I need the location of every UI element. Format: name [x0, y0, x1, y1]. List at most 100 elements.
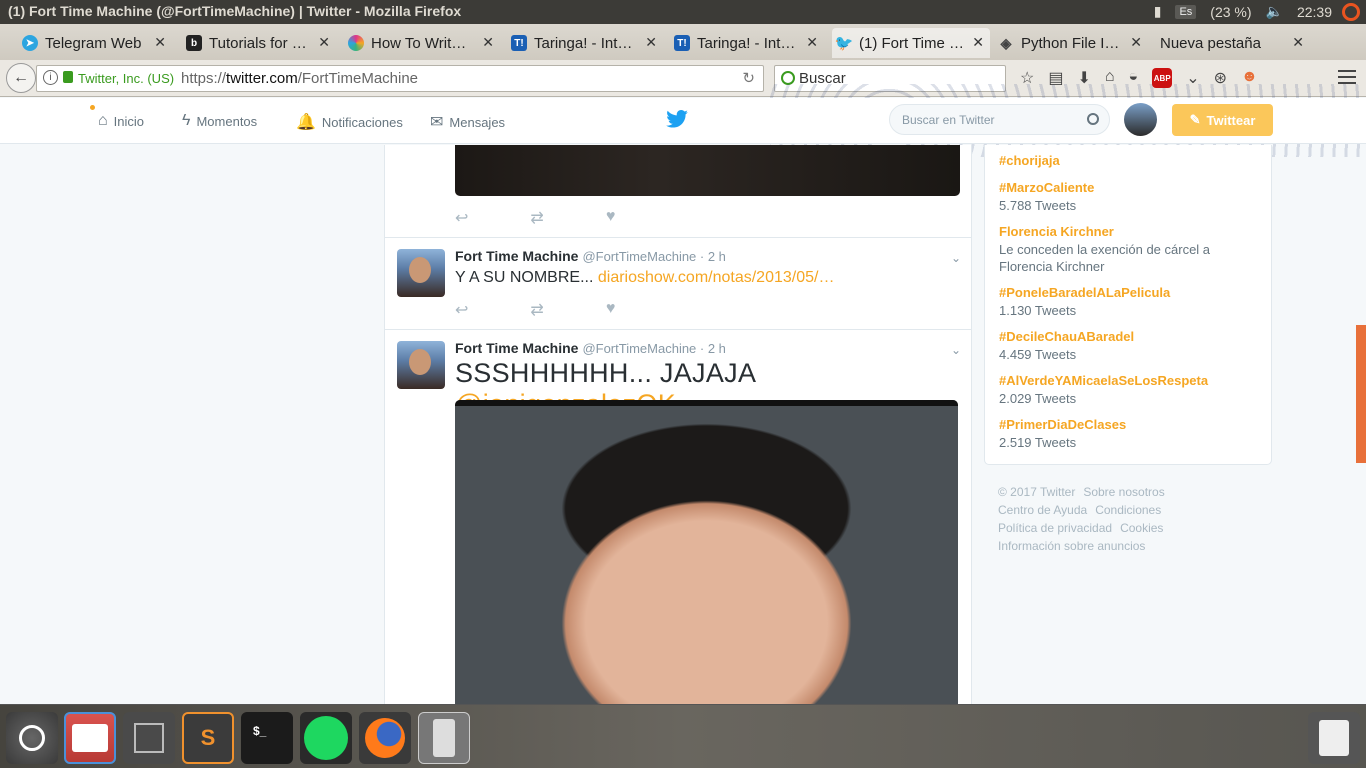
- retweet-icon[interactable]: ⇄: [530, 208, 543, 228]
- bookmark-star-icon[interactable]: ☆: [1020, 68, 1034, 88]
- site-identity[interactable]: Twitter, Inc. (US): [78, 71, 174, 86]
- reading-list-icon[interactable]: ▤: [1048, 68, 1063, 88]
- keyboard-layout[interactable]: Es: [1175, 4, 1197, 19]
- battery-status[interactable]: (23 %): [1210, 4, 1251, 20]
- trend-name[interactable]: Florencia Kirchner: [999, 224, 1239, 239]
- footer-link-ads-info[interactable]: Información sobre anuncios: [998, 539, 1145, 553]
- trend-name[interactable]: #PrimerDiaDeClases: [999, 417, 1239, 432]
- tab-new[interactable]: Nueva pestaña ✕: [1160, 28, 1310, 58]
- reload-icon[interactable]: ↻: [742, 69, 755, 87]
- tweet-handle[interactable]: @FortTimeMachine · 2 h: [582, 341, 725, 356]
- info-icon[interactable]: i: [43, 70, 58, 85]
- footer-link-about[interactable]: Sobre nosotros: [1083, 485, 1164, 499]
- tweet-handle[interactable]: @FortTimeMachine · 2 h: [582, 249, 725, 264]
- tab-taringa-1[interactable]: T! Taringa! - Int… ✕: [511, 28, 663, 58]
- tweet-author[interactable]: Fort Time Machine @FortTimeMachine · 2 h: [455, 248, 726, 264]
- trend-item[interactable]: #MarzoCaliente 5.788 Tweets: [999, 180, 1239, 214]
- terminal-icon[interactable]: $_: [241, 712, 293, 764]
- home-icon[interactable]: ⌂: [1105, 68, 1115, 88]
- trend-name[interactable]: #chorijaja: [999, 153, 1060, 168]
- trend-name[interactable]: #AlVerdeYAMicaelaSeLosRespeta: [999, 373, 1239, 388]
- url-text[interactable]: https://twitter.com/FortTimeMachine: [181, 70, 418, 87]
- tweet-photo[interactable]: [455, 400, 958, 705]
- pocket-icon[interactable]: ◒: [1129, 68, 1139, 88]
- close-tab-icon[interactable]: ✕: [806, 34, 818, 51]
- tweet-author-avatar[interactable]: [397, 341, 445, 389]
- network-icon[interactable]: ▮: [1154, 3, 1162, 20]
- tweet-author-name[interactable]: Fort Time Machine: [455, 248, 578, 264]
- trend-item[interactable]: #AlVerdeYAMicaelaSeLosRespeta 2.029 Twee…: [999, 373, 1239, 407]
- phone-icon[interactable]: [418, 712, 470, 764]
- trend-name[interactable]: #DecileChauABaradel: [999, 329, 1239, 344]
- trend-item[interactable]: #DecileChauABaradel 4.459 Tweets: [999, 329, 1239, 363]
- close-tab-icon[interactable]: ✕: [1292, 34, 1304, 51]
- tweet-actions: ↩ ⇄ ♥: [455, 300, 615, 320]
- footer-link-terms[interactable]: Condiciones: [1095, 503, 1161, 517]
- twitter-search-input[interactable]: Buscar en Twitter: [889, 104, 1110, 135]
- tab-telegram[interactable]: ➤ Telegram Web ✕: [22, 28, 172, 58]
- nav-messages[interactable]: ✉ Mensajes: [430, 112, 505, 132]
- tab-how-to-write[interactable]: How To Writ… ✕: [348, 28, 500, 58]
- download-icon[interactable]: ⬇: [1077, 68, 1090, 88]
- files-icon[interactable]: [64, 712, 116, 764]
- trend-name[interactable]: #PoneleBaradelALaPelicula: [999, 285, 1239, 300]
- close-tab-icon[interactable]: ✕: [1130, 34, 1142, 51]
- nav-moments[interactable]: ϟ Momentos: [182, 112, 257, 130]
- trash-icon[interactable]: [1308, 712, 1360, 764]
- nav-home[interactable]: ⌂ Inicio: [98, 112, 144, 130]
- close-tab-icon[interactable]: ✕: [154, 34, 166, 51]
- trend-item[interactable]: #chorijaja: [999, 153, 1060, 168]
- extension-icon[interactable]: ⊛: [1214, 68, 1227, 88]
- menu-icon[interactable]: [1338, 70, 1356, 84]
- trend-item[interactable]: #PoneleBaradelALaPelicula 1.130 Tweets: [999, 285, 1239, 319]
- trend-item[interactable]: Florencia Kirchner Le conceden la exenci…: [999, 224, 1239, 275]
- firefox-icon[interactable]: [359, 712, 411, 764]
- spotify-icon[interactable]: [300, 712, 352, 764]
- reply-icon[interactable]: ↩: [455, 208, 468, 228]
- footer-link-help[interactable]: Centro de Ayuda: [998, 503, 1087, 517]
- close-tab-icon[interactable]: ✕: [318, 34, 330, 51]
- trends-panel: #chorijaja #MarzoCaliente 5.788 Tweets F…: [984, 145, 1272, 465]
- volume-icon[interactable]: 🔈: [1266, 3, 1283, 20]
- tweet-media-image[interactable]: [455, 145, 960, 196]
- fox-extension-icon[interactable]: ☻: [1241, 68, 1258, 88]
- sublime-text-icon[interactable]: S: [182, 712, 234, 764]
- like-icon[interactable]: ♥: [606, 208, 616, 228]
- dropdown-icon[interactable]: ⌄: [1186, 68, 1199, 88]
- tab-twitter[interactable]: 🐦 (1) Fort Time … ✕: [832, 28, 990, 58]
- tab-taringa-2[interactable]: T! Taringa! - Int… ✕: [674, 28, 824, 58]
- back-button[interactable]: ←: [6, 63, 36, 93]
- like-icon[interactable]: ♥: [606, 300, 616, 320]
- close-tab-icon[interactable]: ✕: [645, 34, 657, 51]
- tab-tutorials[interactable]: b Tutorials for … ✕: [186, 28, 336, 58]
- trend-name[interactable]: #MarzoCaliente: [999, 180, 1239, 195]
- trend-item[interactable]: #PrimerDiaDeClases 2.519 Tweets: [999, 417, 1239, 451]
- ubuntu-dash-icon[interactable]: [6, 712, 58, 764]
- chevron-down-icon[interactable]: ⌄: [951, 251, 961, 265]
- footer-link-cookies[interactable]: Cookies: [1120, 521, 1163, 535]
- reply-icon[interactable]: ↩: [455, 300, 468, 320]
- search-icon[interactable]: [1087, 113, 1099, 125]
- close-tab-icon[interactable]: ✕: [482, 34, 494, 51]
- nav-notifications[interactable]: 🔔 Notificaciones: [296, 112, 403, 132]
- clock[interactable]: 22:39: [1297, 4, 1332, 20]
- url-bar[interactable]: i Twitter, Inc. (US) https://twitter.com…: [36, 65, 764, 92]
- browser-search-input[interactable]: Buscar: [774, 65, 1006, 92]
- twitter-bird-icon[interactable]: [666, 110, 688, 128]
- tab-python[interactable]: ◈ Python File I… ✕: [998, 28, 1148, 58]
- tweet-link[interactable]: diarioshow.com/notas/2013/05/…: [598, 269, 835, 286]
- session-menu-icon[interactable]: [1342, 3, 1360, 21]
- retweet-icon[interactable]: ⇄: [530, 300, 543, 320]
- b-icon: b: [186, 35, 202, 51]
- footer-link-privacy[interactable]: Política de privacidad: [998, 521, 1112, 535]
- profile-avatar[interactable]: [1124, 103, 1157, 136]
- close-tab-icon[interactable]: ✕: [972, 34, 984, 51]
- workspaces-icon[interactable]: [123, 712, 175, 764]
- tweet-author-avatar[interactable]: [397, 249, 445, 297]
- page-scrollbar[interactable]: [1356, 325, 1366, 463]
- adblock-icon[interactable]: ABP: [1152, 68, 1173, 88]
- tweet-author[interactable]: Fort Time Machine @FortTimeMachine · 2 h: [455, 340, 726, 356]
- tweet-button[interactable]: ✎ Twittear: [1172, 104, 1273, 136]
- chevron-down-icon[interactable]: ⌄: [951, 343, 961, 357]
- tweet-author-name[interactable]: Fort Time Machine: [455, 340, 578, 356]
